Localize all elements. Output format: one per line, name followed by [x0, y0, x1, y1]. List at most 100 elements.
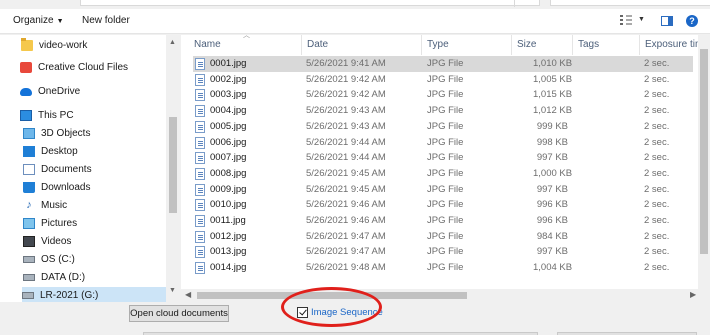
chevron-down-icon[interactable]: ▼: [638, 16, 645, 23]
table-row[interactable]: 0003.jpg 5/26/2021 9:42 AM JPG File 1,015 K…: [181, 87, 710, 103]
table-row[interactable]: 0012.jpg 5/26/2021 9:47 AM JPG File 984 KB 2…: [181, 229, 710, 245]
file-exposure: 2 sec.: [644, 105, 670, 117]
open-cloud-documents-button[interactable]: Open cloud documents: [129, 305, 229, 322]
column-header-type[interactable]: Type: [422, 35, 512, 55]
chevron-right-icon[interactable]: ▶: [690, 290, 696, 299]
file-size: 1,012 KB: [533, 105, 573, 117]
table-row[interactable]: 0008.jpg 5/26/2021 9:45 AM JPG File 1,000 K…: [181, 166, 710, 182]
image-file-icon: [195, 183, 205, 196]
image-file-icon: [195, 246, 205, 259]
file-type: JPG File: [427, 262, 464, 274]
table-row[interactable]: 0004.jpg 5/26/2021 9:43 AM JPG File 1,012 K…: [181, 103, 710, 119]
nav-item-label: Music: [41, 200, 68, 211]
new-folder-button[interactable]: New folder: [82, 15, 130, 26]
file-name: 0012.jpg: [210, 230, 247, 242]
table-row[interactable]: 0002.jpg 5/26/2021 9:42 AM JPG File 1,005 K…: [181, 72, 710, 88]
nav-item-label: OneDrive: [38, 86, 81, 97]
image-sequence-label[interactable]: Image Sequence: [311, 307, 383, 318]
scrollbar-thumb[interactable]: [197, 292, 467, 299]
file-date: 5/26/2021 9:44 AM: [306, 152, 386, 164]
nav-item-documents[interactable]: Documents: [23, 161, 92, 178]
nav-item-label: This PC: [38, 110, 74, 121]
file-size: 998 KB: [536, 136, 568, 148]
nav-item-pictures[interactable]: Pictures: [23, 215, 77, 232]
address-bar[interactable]: [80, 0, 540, 7]
image-file-icon: [195, 73, 205, 86]
file-name: 0005.jpg: [210, 120, 247, 132]
file-size: 997 KB: [536, 183, 568, 195]
list-horizontal-scrollbar[interactable]: ◀ ▶: [181, 289, 710, 302]
table-row[interactable]: 0007.jpg 5/26/2021 9:44 AM JPG File 997 KB 2…: [181, 150, 710, 166]
column-header-size[interactable]: Size: [512, 35, 573, 55]
column-header-name[interactable]: Name: [189, 35, 302, 55]
image-file-icon: [195, 230, 205, 243]
preview-pane-icon[interactable]: [661, 16, 673, 26]
file-size: 984 KB: [536, 230, 568, 242]
view-options-icon[interactable]: [620, 15, 632, 25]
nav-item-os-c[interactable]: OS (C:): [23, 251, 75, 268]
file-name: 0007.jpg: [210, 152, 247, 164]
column-header-date[interactable]: Date: [302, 35, 422, 55]
image-file-icon: [195, 105, 205, 118]
file-date: 5/26/2021 9:42 AM: [306, 89, 386, 101]
column-header-exposure-time[interactable]: Exposure time: [640, 35, 698, 55]
nav-item-this-pc[interactable]: This PC: [20, 107, 74, 124]
videos-icon: [23, 236, 35, 247]
nav-vertical-scrollbar[interactable]: ▲ ▼: [166, 35, 180, 302]
nav-item-desktop[interactable]: Desktop: [23, 143, 78, 160]
file-date: 5/26/2021 9:45 AM: [306, 183, 386, 195]
navigation-pane: video-work Creative Cloud Files OneDrive…: [0, 35, 180, 302]
file-exposure: 2 sec.: [644, 58, 670, 69]
file-exposure: 2 sec.: [644, 136, 670, 148]
nav-item-video-work[interactable]: video-work: [21, 37, 87, 54]
file-date: 5/26/2021 9:46 AM: [306, 215, 386, 226]
dialog-footer: Open cloud documents Image Sequence: [0, 302, 710, 335]
file-name: 0010.jpg: [210, 199, 247, 211]
table-row[interactable]: 0014.jpg 5/26/2021 9:48 AM JPG File 1,004 K…: [181, 260, 710, 276]
nav-item-lr-2021-g[interactable]: LR-2021 (G:): [22, 287, 166, 302]
nav-item-music[interactable]: ♪ Music: [23, 197, 67, 214]
creative-cloud-icon: [20, 62, 32, 73]
nav-item-creative-cloud-files[interactable]: Creative Cloud Files: [20, 59, 128, 76]
chevron-left-icon[interactable]: ◀: [185, 290, 191, 299]
organize-label: Organize: [13, 15, 54, 26]
table-row[interactable]: 0011.jpg 5/26/2021 9:46 AM JPG File 996 KB 2…: [181, 213, 710, 229]
nav-item-onedrive[interactable]: OneDrive: [20, 83, 80, 100]
table-row[interactable]: 0013.jpg 5/26/2021 9:47 AM JPG File 997 KB 2…: [181, 244, 710, 260]
nav-item-videos[interactable]: Videos: [23, 233, 71, 250]
scrollbar-thumb[interactable]: [700, 49, 708, 254]
file-name: 0001.jpg: [210, 58, 247, 69]
file-type: JPG File: [427, 183, 464, 195]
folder-icon: [21, 38, 33, 51]
nav-item-label: Videos: [41, 236, 72, 247]
file-name: 0002.jpg: [210, 73, 247, 85]
chevron-up-icon[interactable]: ▲: [169, 39, 176, 46]
image-sequence-checkbox[interactable]: Image Sequence: [297, 305, 383, 319]
nav-item-label: OS (C:): [41, 254, 75, 265]
table-row[interactable]: 0006.jpg 5/26/2021 9:44 AM JPG File 998 KB 2…: [181, 135, 710, 151]
address-bar-strip: [0, 0, 710, 9]
drive-icon: [22, 292, 34, 299]
column-header-tags[interactable]: Tags: [573, 35, 640, 55]
checkbox-checked-icon[interactable]: [297, 306, 308, 318]
computer-icon: [20, 110, 32, 121]
help-icon[interactable]: ?: [686, 15, 698, 27]
table-row[interactable]: 0009.jpg 5/26/2021 9:45 AM JPG File 997 KB 2…: [181, 182, 710, 198]
list-vertical-scrollbar[interactable]: [698, 35, 710, 289]
table-row[interactable]: 0001.jpg 5/26/2021 9:41 AM JPG File 1,010 K…: [181, 56, 710, 72]
scrollbar-thumb[interactable]: [169, 117, 177, 213]
organize-button[interactable]: Organize ▼: [13, 15, 64, 26]
table-row[interactable]: 0010.jpg 5/26/2021 9:46 AM JPG File 996 KB 2…: [181, 197, 710, 213]
chevron-down-icon[interactable]: ▼: [169, 287, 176, 294]
file-exposure: 2 sec.: [644, 230, 670, 242]
downloads-icon: [23, 182, 35, 193]
nav-item-downloads[interactable]: Downloads: [23, 179, 90, 196]
file-name: 0006.jpg: [210, 136, 247, 148]
file-date: 5/26/2021 9:46 AM: [306, 199, 386, 211]
search-box[interactable]: [550, 0, 710, 6]
nav-item-3d-objects[interactable]: 3D Objects: [23, 125, 90, 142]
file-exposure: 2 sec.: [644, 183, 670, 195]
file-exposure: 2 sec.: [644, 199, 670, 211]
table-row[interactable]: 0005.jpg 5/26/2021 9:43 AM JPG File 999 KB 2…: [181, 119, 710, 135]
nav-item-data-d[interactable]: DATA (D:): [23, 269, 85, 286]
